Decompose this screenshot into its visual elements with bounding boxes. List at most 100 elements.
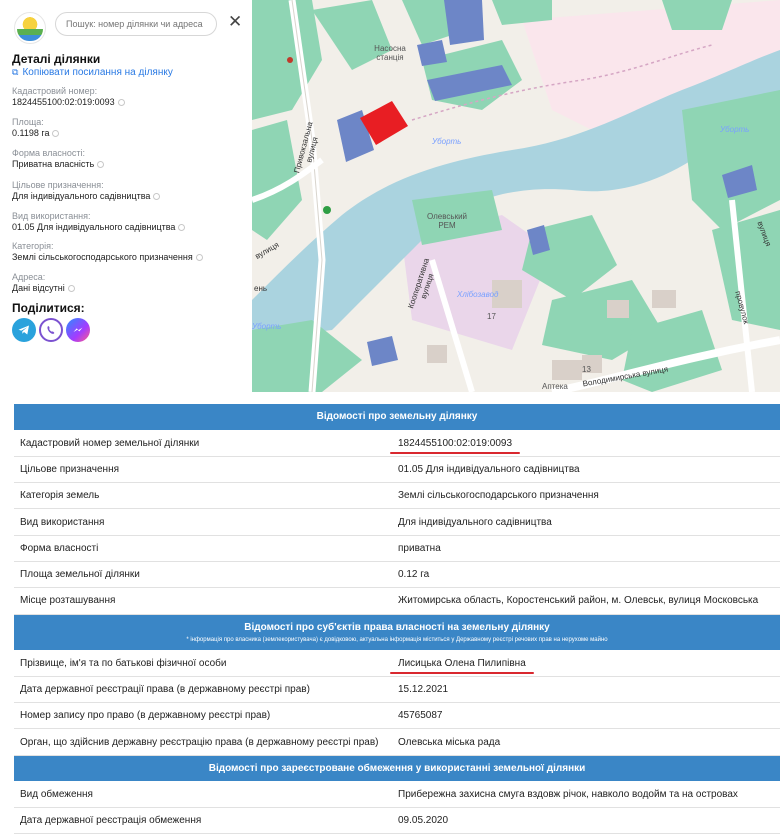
row-label: Номер запису про право (в державному реє… — [14, 702, 392, 730]
map-label-pharmacy: Аптека — [542, 382, 568, 391]
field-address: Адреса: Дані відсутні — [12, 272, 75, 294]
copy-link-button[interactable]: ⧉ Копіювати посилання на ділянку — [12, 67, 173, 78]
table-row: Номер запису про право (в державному реє… — [14, 702, 780, 730]
row-label: Категорія земель — [14, 482, 392, 510]
field-label: Цільове призначення: — [12, 180, 104, 190]
map-label-number: 17 — [487, 312, 496, 321]
field-usage: Вид використання: 01.05 Для індивідуальн… — [12, 211, 186, 233]
table-row: Прізвище, ім'я та по батькові фізичної о… — [14, 650, 780, 677]
row-value: Житомирська область, Коростенський район… — [392, 587, 780, 615]
row-label: Кадастровий номер земельної ділянки — [14, 430, 392, 457]
field-ownership: Форма власності: Приватна власність — [12, 148, 105, 170]
row-value: 15.12.2021 — [392, 676, 780, 704]
row-label: Вид обмеження — [14, 781, 392, 809]
underline-highlight: 1824455100:02:019:0093 — [389, 437, 521, 454]
map-label-station: Насосна станція — [374, 44, 406, 62]
field-value: Землі сільськогосподарського призначення — [12, 252, 203, 263]
info-icon[interactable] — [67, 285, 75, 292]
row-value: 01.05 Для індивідуального садівництва — [392, 456, 780, 484]
row-value: Олевська міська рада — [392, 728, 780, 756]
map-label-rem: Олевський РЕМ — [426, 212, 467, 230]
app-logo-icon[interactable] — [14, 12, 46, 44]
row-label: Форма власності — [14, 535, 392, 562]
row-value: Лисицька Олена Пилипівна — [390, 650, 780, 677]
copy-icon: ⧉ — [12, 67, 19, 77]
row-value: 0.12 га — [392, 561, 780, 589]
row-value: Землі сільськогосподарського призначення — [392, 482, 780, 510]
info-icon[interactable] — [153, 193, 161, 200]
section-header: Відомості про зареєстроване обмеження у … — [14, 755, 780, 782]
map-label-lane: ень — [254, 284, 268, 293]
share-title: Поділитися: — [12, 301, 85, 315]
field-cadastral: Кадастровий номер: 1824455100:02:019:009… — [12, 86, 125, 108]
field-label: Кадастровий номер: — [12, 86, 98, 96]
row-label: Прізвище, ім'я та по батькові фізичної о… — [14, 650, 392, 677]
row-label: Площа земельної ділянки — [14, 561, 392, 589]
field-area: Площа: 0.1198 га — [12, 117, 60, 139]
table-row: Вид обмеження Прибережна захисна смуга вз… — [14, 781, 780, 809]
top-area: ✕ Деталі ділянки ⧉ Копіювати посилання н… — [0, 0, 780, 392]
table-row: Дата державної реєстрація обмеження 09.05… — [14, 807, 780, 835]
field-value: Приватна власність — [12, 159, 105, 170]
field-value: Для індивідуального садівництва — [12, 191, 161, 202]
close-icon[interactable]: ✕ — [228, 12, 242, 32]
row-label: Цільове призначення — [14, 456, 392, 484]
field-value: 01.05 Для індивідуального садівництва — [12, 222, 186, 233]
row-label: Орган, що здійснив державну реєстрацію п… — [14, 728, 392, 756]
field-label: Вид використання: — [12, 211, 91, 221]
map-view[interactable]: Насосна станція Уборть Уборть Уборть Оле… — [252, 0, 780, 392]
section-header: Відомості про суб'єктів права власності … — [14, 614, 780, 651]
row-label: Дата державної реєстрація обмеження — [14, 807, 392, 835]
section-header: Відомості про земельну ділянку — [14, 404, 780, 431]
row-label: Місце розташування — [14, 587, 392, 615]
field-label: Площа: — [12, 117, 44, 127]
field-value: Дані відсутні — [12, 283, 75, 294]
map-label-number: 13 — [582, 365, 591, 374]
row-value: Для індивідуального садівництва — [392, 508, 780, 536]
panel-title: Деталі ділянки — [12, 52, 101, 66]
row-value: приватна — [392, 535, 780, 562]
table-row: Місце розташування Житомирська область, К… — [14, 587, 780, 615]
info-icon[interactable] — [195, 254, 203, 261]
field-label: Адреса: — [12, 272, 46, 282]
row-value: 45765087 — [392, 702, 780, 730]
field-purpose: Цільове призначення: Для індивідуального… — [12, 180, 161, 202]
table-row: Вид використання Для індивідуального саді… — [14, 508, 780, 536]
field-value: 0.1198 га — [12, 128, 60, 139]
viber-icon[interactable] — [39, 318, 63, 342]
parcel-details-panel: ✕ Деталі ділянки ⧉ Копіювати посилання н… — [0, 0, 252, 392]
field-label: Форма власності: — [12, 148, 85, 158]
map-label-river: Уборть — [720, 125, 750, 134]
field-category: Категорія: Землі сільськогосподарського … — [12, 241, 203, 263]
row-value: 09.05.2020 — [392, 807, 780, 835]
underline-highlight: Лисицька Олена Пилипівна — [390, 657, 534, 674]
map-label-river: Уборть — [432, 137, 462, 146]
info-icon[interactable] — [52, 130, 60, 137]
table-row: Категорія земель Землі сільськогосподарсь… — [14, 482, 780, 510]
field-value: 1824455100:02:019:0093 — [12, 97, 125, 108]
table-row: Форма власності приватна — [14, 535, 780, 562]
cadastre-table: Відомості про земельну ділянку Кадастров… — [14, 404, 780, 835]
table-row: Цільове призначення 01.05 Для індивідуаль… — [14, 456, 780, 484]
map-label-river: Уборть — [252, 322, 282, 331]
table-row: Дата державної реєстрації права (в держа… — [14, 676, 780, 704]
messenger-icon[interactable] — [66, 318, 90, 342]
table-row: Орган, що здійснив державну реєстрацію п… — [14, 728, 780, 756]
row-label: Вид використання — [14, 508, 392, 536]
info-icon[interactable] — [178, 224, 186, 231]
telegram-icon[interactable] — [12, 318, 36, 342]
map-canvas[interactable] — [252, 0, 780, 392]
row-label: Дата державної реєстрації права (в держа… — [14, 676, 392, 704]
row-value: 1824455100:02:019:0093 — [389, 430, 780, 457]
table-row: Кадастровий номер земельної ділянки 18244… — [14, 430, 780, 457]
row-value: Прибережна захисна смуга вздовж річок, н… — [392, 781, 780, 809]
section-title: Відомості про суб'єктів права власності … — [244, 621, 550, 633]
table-row: Площа земельної ділянки 0.12 га — [14, 561, 780, 589]
map-label-khlibozavod: Хлібозавод — [457, 290, 499, 299]
field-label: Категорія: — [12, 241, 54, 251]
copy-link-label: Копіювати посилання на ділянку — [22, 67, 173, 78]
info-icon[interactable] — [97, 161, 105, 168]
section-note: * інформація про власника (землекористув… — [186, 636, 608, 643]
search-input[interactable] — [55, 12, 217, 36]
info-icon[interactable] — [117, 99, 125, 106]
